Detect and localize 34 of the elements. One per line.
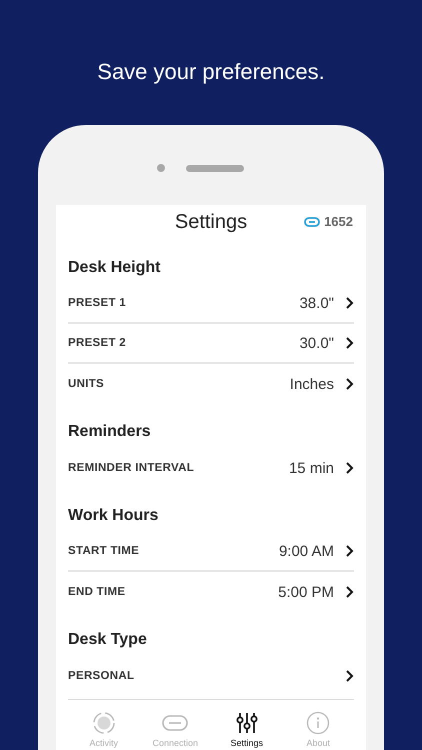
setting-label: START TIME: [68, 545, 140, 557]
section-heading: Desk Type: [68, 630, 148, 650]
section-heading: Desk Height: [68, 258, 162, 278]
setting-label: PRESET 1: [68, 297, 128, 309]
setting-value[interactable]: 38.0": [299, 294, 334, 312]
headline: Save your preferences.: [96, 58, 326, 86]
chevron-icon[interactable]: [345, 461, 354, 475]
chevron-icon[interactable]: [345, 544, 354, 558]
activity-ring-icon: [92, 711, 116, 735]
chevron-icon[interactable]: [345, 669, 354, 683]
chevron-icon[interactable]: [345, 585, 354, 599]
setting-value[interactable]: 30.0": [299, 334, 334, 352]
chevron-icon[interactable]: [345, 377, 354, 391]
chevron-icon[interactable]: [345, 296, 354, 310]
setting-label: PERSONAL: [68, 670, 136, 682]
link-count: 1652: [324, 214, 353, 229]
camera-dot: [156, 164, 164, 172]
info-icon: [306, 711, 330, 735]
section-heading: Work Hours: [68, 506, 160, 526]
setting-value[interactable]: 15 min: [288, 460, 334, 476]
speaker-slot: [186, 164, 244, 172]
section-heading: Reminders: [68, 422, 152, 442]
sliders-icon: [234, 711, 259, 735]
tab-button[interactable]: Settings: [230, 700, 264, 750]
screen-title: Settings: [174, 211, 248, 234]
setting-label: UNITS: [68, 378, 105, 390]
setting-label: END TIME: [68, 586, 126, 598]
setting-value[interactable]: Inches: [290, 376, 334, 392]
setting-label: PRESET 2: [68, 337, 128, 349]
setting-value[interactable]: 9:00 AM: [278, 542, 334, 560]
link-icon: [304, 216, 320, 228]
setting-value[interactable]: 5:00 PM: [278, 584, 334, 600]
chevron-icon[interactable]: [345, 336, 354, 350]
setting-label: REMINDER INTERVAL: [68, 462, 196, 474]
